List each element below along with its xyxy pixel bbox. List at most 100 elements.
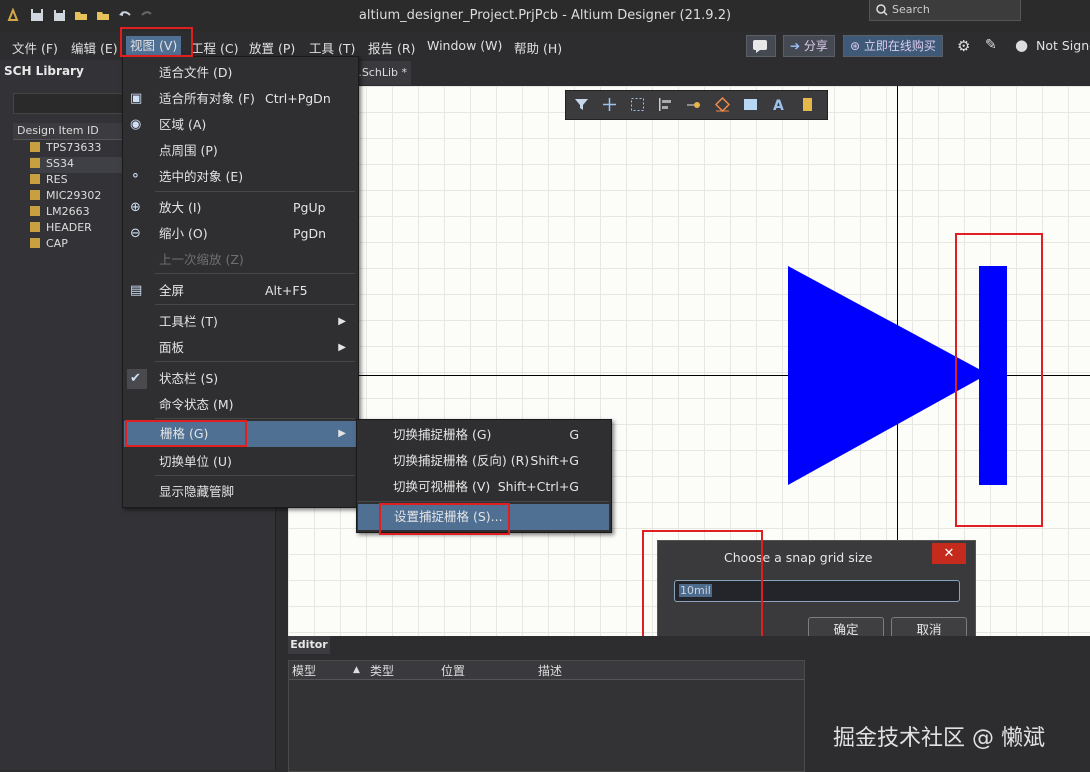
view-menu-item-label: 点周围 (P) — [159, 143, 218, 158]
comment-button[interactable] — [746, 35, 776, 57]
cart-icon: ⊛ — [850, 39, 864, 53]
view-menu-item[interactable]: 上一次缩放 (Z) — [123, 247, 356, 273]
view-menu-item[interactable]: ✔ 状态栏 (S) — [123, 366, 356, 392]
view-menu-item[interactable]: 适合文件 (D) — [123, 60, 356, 86]
menu-window[interactable]: Window (W) — [427, 38, 502, 53]
sort-icon[interactable]: ▲ — [353, 665, 360, 675]
cathode-highlight-box — [955, 233, 1043, 527]
view-menu-item-label: 全屏 — [159, 283, 185, 298]
component-icon — [30, 222, 40, 232]
view-menu-item-label: 工具栏 (T) — [159, 314, 218, 329]
grid-submenu-item-label: 切换捕捉栅格 (反向) (R) — [393, 453, 530, 468]
close-icon[interactable]: ✕ — [932, 543, 966, 564]
tree-item[interactable]: SS34 — [30, 157, 122, 173]
tree-item[interactable]: LM2663 — [30, 205, 90, 221]
component-icon — [30, 158, 40, 168]
panel-filter-input[interactable] — [13, 93, 125, 114]
model-grid[interactable]: 模型 ▲ 类型 位置 描述 — [288, 660, 805, 772]
view-menu-item[interactable]: ⚬ 选中的对象 (E) — [123, 164, 356, 190]
notifications-icon[interactable]: ✎ — [985, 37, 997, 53]
tree-item[interactable]: HEADER — [30, 221, 92, 237]
checkmark-icon: ✔ — [130, 371, 141, 386]
view-menu-item[interactable]: ⊕ 放大 (I) PgUp — [123, 195, 356, 221]
view-menu-item[interactable]: ⊖ 缩小 (O) PgDn — [123, 221, 356, 247]
menu-place[interactable]: 放置 (P) — [249, 38, 295, 57]
share-button[interactable]: ➔ 分享 — [783, 35, 835, 57]
buy-online-button[interactable]: ⊛ 立即在线购买 — [843, 35, 943, 57]
erase-icon[interactable] — [715, 97, 730, 112]
view-menu-item-label: 区域 (A) — [159, 117, 207, 132]
view-menu-item[interactable]: 点周围 (P) — [123, 138, 356, 164]
view-menu-item-label: 适合文件 (D) — [159, 65, 233, 80]
menu-separator — [357, 501, 609, 502]
share-icon: ➔ — [790, 39, 804, 53]
shortcut-label: Shift+G — [530, 453, 579, 468]
menu-project[interactable]: 工程 (C) — [191, 38, 238, 57]
view-menu-item[interactable]: ▣ 适合所有对象 (F) Ctrl+PgDn — [123, 86, 356, 112]
window-controls[interactable] — [1030, 6, 1090, 26]
view-menu-item[interactable]: 切换单位 (U) — [123, 449, 356, 475]
grid-submenu-item[interactable]: 切换可视栅格 (V) Shift+Ctrl+G — [357, 474, 609, 500]
column-type[interactable]: 类型 — [370, 662, 394, 679]
menu-tools[interactable]: 工具 (T) — [309, 38, 355, 57]
view-menu-item-label: 缩小 (O) — [159, 226, 208, 241]
gear-icon[interactable]: ⚙ — [957, 37, 970, 55]
component-icon — [30, 206, 40, 216]
view-menu-item-label: 状态栏 (S) — [159, 371, 219, 386]
view-menu-item[interactable]: 命令状态 (M) — [123, 392, 356, 418]
user-icon[interactable]: ● — [1015, 36, 1028, 54]
component-icon — [30, 238, 40, 248]
view-menu-item-label: 上一次缩放 (Z) — [159, 252, 244, 267]
place-pin-icon[interactable] — [686, 97, 701, 112]
column-description[interactable]: 描述 — [538, 662, 562, 679]
menu-help[interactable]: 帮助 (H) — [514, 38, 562, 57]
zoom-in-icon: ⊕ — [130, 200, 141, 215]
view-menu-item-label: 面板 — [159, 340, 185, 355]
align-icon[interactable] — [658, 97, 673, 112]
search-input[interactable]: Search — [869, 0, 1021, 21]
buy-online-label: 立即在线购买 — [863, 39, 936, 53]
editor-tab[interactable]: Editor — [288, 636, 330, 654]
column-location[interactable]: 位置 — [441, 662, 465, 679]
tree-item-label: RES — [46, 173, 68, 186]
tree-item-label: SS34 — [46, 157, 74, 170]
shortcut-label: G — [569, 427, 579, 442]
rectangle-icon[interactable] — [743, 97, 758, 112]
view-menu-item[interactable]: 工具栏 (T) ▶ — [123, 309, 356, 335]
tree-item-label: MIC29302 — [46, 189, 102, 202]
view-menu-item[interactable]: 显示隐藏管脚 — [123, 479, 356, 505]
view-menu-item[interactable]: ◉ 区域 (A) — [123, 112, 356, 138]
move-icon[interactable] — [602, 97, 617, 112]
grid-submenu-item[interactable]: 切换捕捉栅格 (反向) (R) Shift+G — [357, 448, 609, 474]
view-menu-item-label: 放大 (I) — [159, 200, 202, 215]
shortcut-label: PgDn — [293, 226, 327, 241]
component-icon — [30, 190, 40, 200]
component-icon[interactable] — [800, 97, 815, 112]
component-icon — [30, 142, 40, 152]
shortcut-label: PgUp — [293, 200, 326, 215]
dialog-input-highlight-box — [642, 530, 763, 642]
text-icon[interactable]: A — [771, 97, 786, 112]
tree-item[interactable]: RES — [30, 173, 68, 189]
fullscreen-icon: ▤ — [130, 283, 143, 298]
grid-submenu-item[interactable]: 切换捕捉栅格 (G) G — [357, 422, 609, 448]
select-rect-icon[interactable] — [630, 97, 645, 112]
tree-item-label: HEADER — [46, 221, 92, 234]
view-menu-item[interactable]: 面板 ▶ — [123, 335, 356, 361]
view-menu-item-label: 选中的对象 (E) — [159, 169, 244, 184]
view-menu-item-label: 命令状态 (M) — [159, 397, 234, 412]
tree-item[interactable]: MIC29302 — [30, 189, 101, 205]
menu-reports[interactable]: 报告 (R) — [368, 38, 415, 57]
sign-in-label[interactable]: Not Signed — [1036, 38, 1090, 53]
menu-edit[interactable]: 编辑 (E) — [71, 38, 118, 57]
tree-item[interactable]: TPS73633 — [30, 141, 101, 157]
submenu-arrow-icon: ▶ — [338, 316, 346, 327]
component-icon — [30, 174, 40, 184]
menu-file[interactable]: 文件 (F) — [12, 38, 58, 57]
menu-separator — [155, 273, 355, 274]
submenu-arrow-icon: ▶ — [338, 428, 346, 439]
filter-icon[interactable] — [574, 97, 589, 112]
tree-item[interactable]: CAP — [30, 237, 68, 253]
view-menu-item[interactable]: ▤ 全屏 Alt+F5 — [123, 278, 356, 304]
column-model[interactable]: 模型 — [292, 662, 316, 679]
